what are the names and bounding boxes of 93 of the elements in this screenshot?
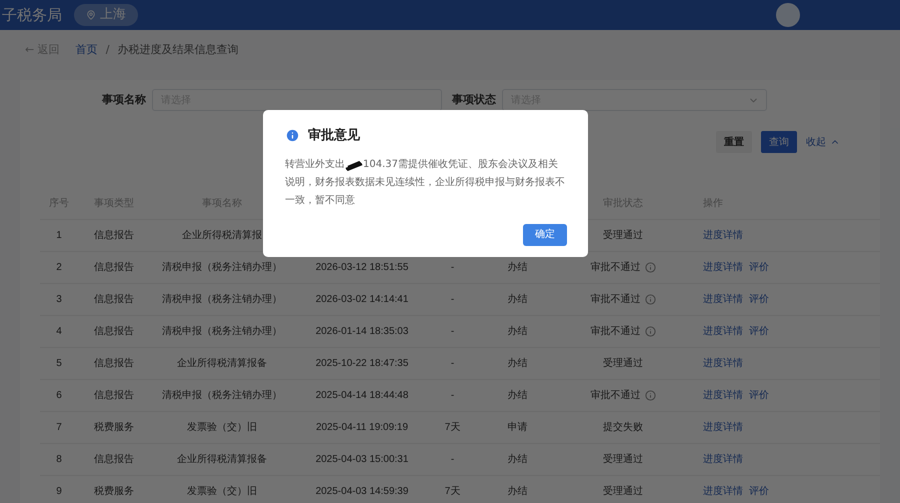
table-cell: 发票验（交）旧 <box>187 422 257 433</box>
status-text: 受理通过 <box>603 484 643 499</box>
reset-button[interactable]: 重置 <box>716 131 752 153</box>
table-cell: 办结 <box>508 454 528 465</box>
avatar[interactable] <box>776 3 800 27</box>
breadcrumb-separator: / <box>106 42 110 58</box>
dialog-title: 审批意见 <box>308 126 360 145</box>
table-cell: 税费服务 <box>94 422 134 433</box>
action-link[interactable]: 进度详情 <box>703 388 743 403</box>
status-text: 提交失败 <box>603 420 643 435</box>
table-cell: 税费服务 <box>94 486 134 497</box>
table-cell: 2025-04-14 18:44:48 <box>316 390 408 401</box>
status-text: 受理通过 <box>603 356 643 371</box>
dialog-message: 转营业外支出 104.37需提供催收凭证、股东会决议及相关说明，财务报表数据未见连续性，企业所得税申报与财务报表不一致，暂不同意 <box>285 158 566 208</box>
action-link[interactable]: 进度详情 <box>703 228 743 243</box>
site-title: 子税务局 <box>1 4 62 26</box>
status-text: 审批不通过 <box>590 292 640 307</box>
table-cell: 4 <box>56 326 62 337</box>
table-cell: 6 <box>56 390 62 401</box>
table-cell: 2025-04-03 15:00:31 <box>316 454 408 465</box>
info-icon[interactable] <box>644 262 656 273</box>
confirm-button[interactable]: 确定 <box>523 224 567 246</box>
table-cell: 7 <box>56 422 62 433</box>
table-cell: - <box>450 326 454 337</box>
table-cell: 清税申报（税务注销办理） <box>162 326 282 337</box>
table-cell: 8 <box>56 454 62 465</box>
breadcrumb-item[interactable]: 首页 <box>76 42 98 58</box>
table-cell: 7天 <box>444 486 460 497</box>
location-pin-icon <box>86 10 96 20</box>
action-link[interactable]: 评价 <box>749 484 769 499</box>
breadcrumb-item: 办税进度及结果信息查询 <box>117 42 238 58</box>
table-cell: 清税申报（税务注销办理） <box>162 390 282 401</box>
status-text: 受理通过 <box>603 452 643 467</box>
status-text: 审批不通过 <box>590 388 640 403</box>
action-link[interactable]: 进度详情 <box>703 452 743 467</box>
filter-label: 事项状态 <box>452 92 496 108</box>
table-cell: 2026-03-02 14:14:41 <box>316 294 408 305</box>
table-cell: 企业所得税清算报 <box>182 230 262 241</box>
table-cell: 2026-01-14 18:35:03 <box>316 326 408 337</box>
table-cell: 2 <box>56 262 62 273</box>
table-cell: 办结 <box>508 358 528 369</box>
table-cell: 企业所得税清算报备 <box>177 454 267 465</box>
table-cell: 发票验（交）旧 <box>187 486 257 497</box>
action-link[interactable]: 进度详情 <box>703 324 743 339</box>
table-cell: 1 <box>56 230 62 241</box>
table-cell: 2025-10-22 18:47:35 <box>316 358 408 369</box>
table-cell: 2025-04-11 19:09:19 <box>316 422 408 433</box>
collapse-button[interactable]: 收起 <box>806 134 840 150</box>
action-link[interactable]: 进度详情 <box>703 420 743 435</box>
table-cell: - <box>450 454 454 465</box>
action-link[interactable]: 进度详情 <box>703 260 743 275</box>
table-cell: - <box>450 262 454 273</box>
action-link[interactable]: 评价 <box>749 388 769 403</box>
table-cell: - <box>450 358 454 369</box>
table-cell: 办结 <box>508 294 528 305</box>
action-link[interactable]: 进度详情 <box>703 484 743 499</box>
info-icon <box>285 128 300 144</box>
table-cell: - <box>450 390 454 401</box>
action-link[interactable]: 评价 <box>749 292 769 307</box>
info-icon[interactable] <box>644 294 656 305</box>
table-cell: 办结 <box>508 326 528 337</box>
table-cell: 信息报告 <box>94 262 134 273</box>
table-cell: 信息报告 <box>94 230 134 241</box>
action-link[interactable]: 评价 <box>749 324 769 339</box>
table-cell: 办结 <box>508 262 528 273</box>
table-cell: 信息报告 <box>94 358 134 369</box>
table-cell: 信息报告 <box>94 454 134 465</box>
action-link[interactable]: 进度详情 <box>703 356 743 371</box>
info-icon[interactable] <box>644 326 656 337</box>
table-cell: 信息报告 <box>94 390 134 401</box>
status-text: 受理通过 <box>603 228 643 243</box>
status-text: 审批不通过 <box>590 324 640 339</box>
table-cell: 3 <box>56 294 62 305</box>
table-cell: 5 <box>56 358 62 369</box>
action-link[interactable]: 评价 <box>749 260 769 275</box>
table-cell: 申请 <box>508 422 528 433</box>
table-cell: 企业所得税清算报备 <box>177 358 267 369</box>
table-cell: 2026-03-12 18:51:55 <box>316 262 408 273</box>
table-cell: 清税申报（税务注销办理） <box>162 294 282 305</box>
table-cell: 办结 <box>508 486 528 497</box>
table-cell: 7天 <box>444 422 460 433</box>
filter-label: 事项名称 <box>102 92 146 108</box>
table-cell: 办结 <box>508 390 528 401</box>
info-icon[interactable] <box>644 390 656 401</box>
table-cell: 信息报告 <box>94 326 134 337</box>
table-cell: - <box>450 294 454 305</box>
table-cell: 清税申报（税务注销办理） <box>162 262 282 273</box>
table-cell: 2025-04-03 14:59:39 <box>316 486 408 497</box>
table-cell: 信息报告 <box>94 294 134 305</box>
search-button[interactable]: 查询 <box>761 131 797 153</box>
table-cell: 9 <box>56 486 62 497</box>
status-text: 审批不通过 <box>590 260 640 275</box>
action-link[interactable]: 进度详情 <box>703 292 743 307</box>
